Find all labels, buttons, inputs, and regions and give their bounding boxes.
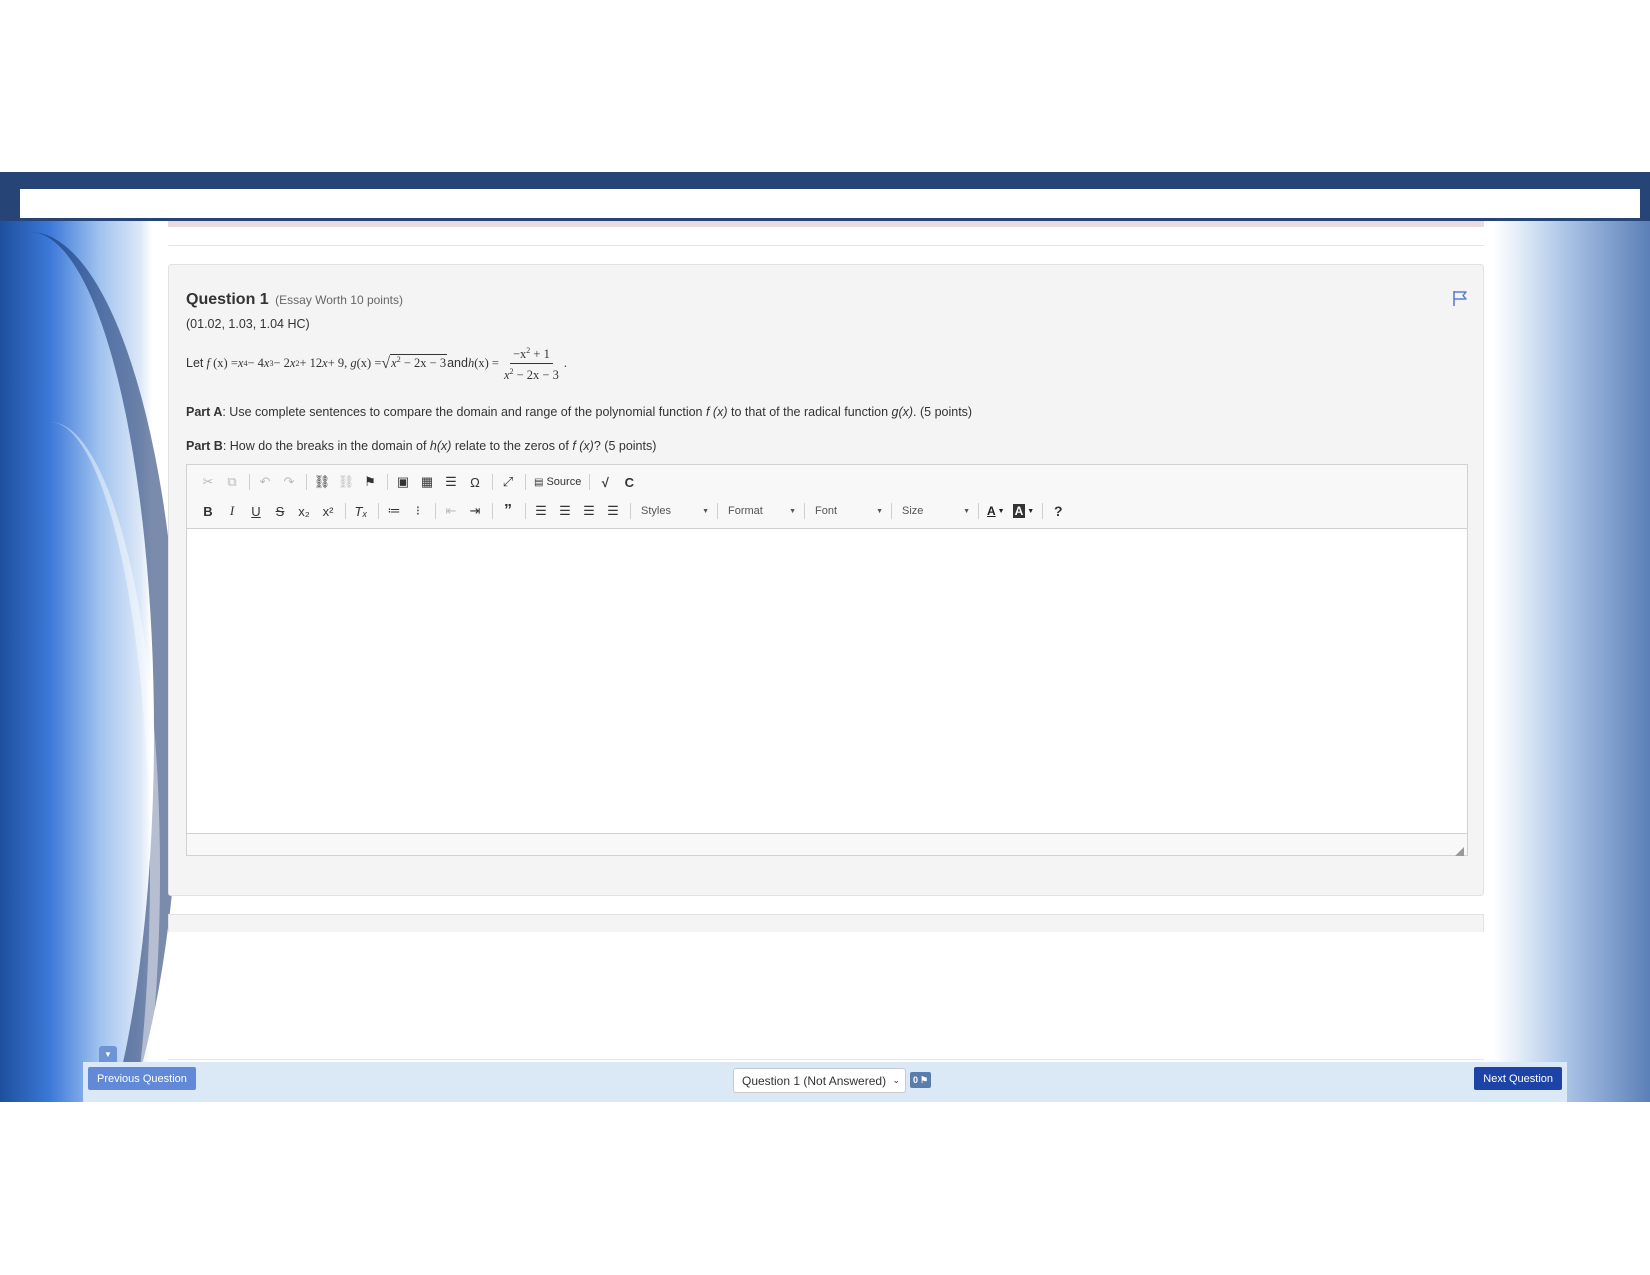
toolbar-separator (589, 474, 591, 490)
image-icon[interactable]: ▣ (392, 471, 414, 493)
italic-icon[interactable]: I (221, 500, 243, 522)
underline-icon[interactable]: U (245, 500, 267, 522)
part-a-prompt: Part A: Use complete sentences to compar… (186, 405, 973, 419)
horizontal-line-icon[interactable]: ☰ (440, 471, 462, 493)
unlink-icon[interactable]: ⛓ (335, 471, 357, 493)
special-character-icon[interactable]: Ω (464, 471, 486, 493)
undo-icon[interactable]: ↶ (254, 471, 276, 493)
align-right-icon[interactable]: ☰ (578, 500, 600, 522)
answer-text-area[interactable] (187, 529, 1467, 834)
caret-down-icon: ▼ (963, 507, 970, 515)
caret-down-icon: ▼ (997, 507, 1005, 515)
editor-toolbar: ✂ ⧉ ↶ ↷ ⛓ ⛓ ⚑ ▣ ▦ ☰ Ω ⤢ ▤ Source √ C B I… (187, 465, 1467, 529)
bold-icon[interactable]: B (197, 500, 219, 522)
flag-question-icon[interactable] (1451, 289, 1469, 307)
question-navigation-bar: ▼ Previous Question Question 1 (Not Answ… (83, 1046, 1567, 1102)
part-b-prompt: Part B: How do the breaks in the domain … (186, 439, 657, 453)
standards-codes: (01.02, 1.03, 1.04 HC) (186, 317, 310, 331)
question-card: Question 1 (Essay Worth 10 points) (01.0… (168, 264, 1484, 896)
header-content-area (20, 189, 1640, 218)
collapse-toggle-icon[interactable]: ▼ (99, 1046, 117, 1062)
link-icon[interactable]: ⛓ (311, 471, 333, 493)
rich-text-editor: ✂ ⧉ ↶ ↷ ⛓ ⛓ ⚑ ▣ ▦ ☰ Ω ⤢ ▤ Source √ C B I… (186, 464, 1468, 856)
anchor-flag-icon[interactable]: ⚑ (359, 471, 381, 493)
toolbar-row-1: ✂ ⧉ ↶ ↷ ⛓ ⛓ ⚑ ▣ ▦ ☰ Ω ⤢ ▤ Source √ C (197, 470, 642, 494)
question-functions: Let f (x) = x4 − 4x3 − 2x2 + 12 x + 9, g(… (186, 343, 567, 383)
chevron-down-icon: ⌄ (892, 1075, 900, 1085)
numbered-list-icon[interactable]: ≔ (383, 500, 405, 522)
toolbar-separator (387, 474, 388, 490)
toolbar-separator (525, 503, 526, 519)
align-left-icon[interactable]: ☰ (530, 500, 552, 522)
flagged-count-badge[interactable]: 0 ⚑ (910, 1072, 932, 1088)
toolbar-row-2: B I U S x₂ x² Tₓ ≔ ⁝ ⇤ ⇥ ” ☰ ☰ ☰ ☰ Style… (197, 499, 1071, 523)
question-select[interactable]: Question 1 (Not Answered) ⌄ (733, 1068, 906, 1093)
question-title: Question 1 (Essay Worth 10 points) (186, 291, 403, 309)
question-worth: (Essay Worth 10 points) (275, 293, 403, 307)
toolbar-separator (717, 503, 718, 519)
divider (168, 245, 1484, 246)
superscript-icon[interactable]: x² (317, 500, 339, 522)
toolbar-separator (435, 503, 436, 519)
toolbar-separator (492, 474, 493, 490)
caret-down-icon: ▼ (702, 507, 709, 515)
divider (168, 1059, 1484, 1060)
previous-question-button[interactable]: Previous Question (88, 1067, 196, 1090)
cut-icon[interactable]: ✂ (197, 471, 219, 493)
help-button[interactable]: ? (1047, 500, 1069, 522)
caret-down-icon: ▼ (789, 507, 796, 515)
styles-dropdown[interactable]: Styles ▼ (635, 500, 713, 522)
caret-down-icon: ▼ (876, 507, 883, 515)
font-dropdown[interactable]: Font ▼ (809, 500, 887, 522)
math-equation-icon[interactable]: √ (594, 471, 616, 493)
toolbar-separator (345, 503, 346, 519)
blockquote-icon[interactable]: ” (497, 500, 519, 522)
table-icon[interactable]: ▦ (416, 471, 438, 493)
chemistry-icon[interactable]: C (618, 471, 640, 493)
toolbar-separator (492, 503, 493, 519)
fraction-expression: −x2 + 1 x2 − 2x − 3 (501, 343, 562, 382)
top-header-bar (0, 172, 1650, 221)
maximize-icon[interactable]: ⤢ (497, 471, 519, 493)
flag-icon: ⚑ (920, 1074, 929, 1085)
question-number: Question 1 (186, 291, 269, 308)
toolbar-separator (630, 503, 631, 519)
toolbar-separator (525, 474, 526, 490)
resize-handle-icon[interactable] (1455, 843, 1464, 856)
toolbar-separator (1042, 503, 1044, 519)
background-color-button[interactable]: A ▼ (1009, 500, 1039, 522)
text-color-button[interactable]: A ▼ (983, 500, 1009, 522)
toolbar-separator (804, 503, 805, 519)
next-question-card (168, 914, 1484, 932)
source-button[interactable]: ▤ Source (530, 471, 585, 493)
page-background: Question 1 (Essay Worth 10 points) (01.0… (0, 172, 1650, 1102)
sqrt-expression: √ x2 − 2x − 3 (381, 354, 448, 372)
bulleted-list-icon[interactable]: ⁝ (407, 500, 429, 522)
toolbar-separator (378, 503, 379, 519)
toolbar-separator (306, 474, 307, 490)
format-dropdown[interactable]: Format ▼ (722, 500, 800, 522)
subscript-icon[interactable]: x₂ (293, 500, 315, 522)
remove-format-icon[interactable]: Tₓ (350, 500, 372, 522)
copy-icon[interactable]: ⧉ (221, 471, 243, 493)
source-icon: ▤ (534, 476, 544, 488)
increase-indent-icon[interactable]: ⇥ (464, 500, 486, 522)
strikethrough-icon[interactable]: S (269, 500, 291, 522)
toolbar-separator (978, 503, 979, 519)
toolbar-separator (891, 503, 892, 519)
toolbar-separator (249, 474, 250, 490)
justify-icon[interactable]: ☰ (602, 500, 624, 522)
redo-icon[interactable]: ↷ (278, 471, 300, 493)
decrease-indent-icon[interactable]: ⇤ (440, 500, 462, 522)
caret-down-icon: ▼ (1027, 507, 1035, 515)
align-center-icon[interactable]: ☰ (554, 500, 576, 522)
size-dropdown[interactable]: Size ▼ (896, 500, 974, 522)
alert-strip (168, 221, 1484, 227)
next-question-button[interactable]: Next Question (1474, 1067, 1562, 1090)
